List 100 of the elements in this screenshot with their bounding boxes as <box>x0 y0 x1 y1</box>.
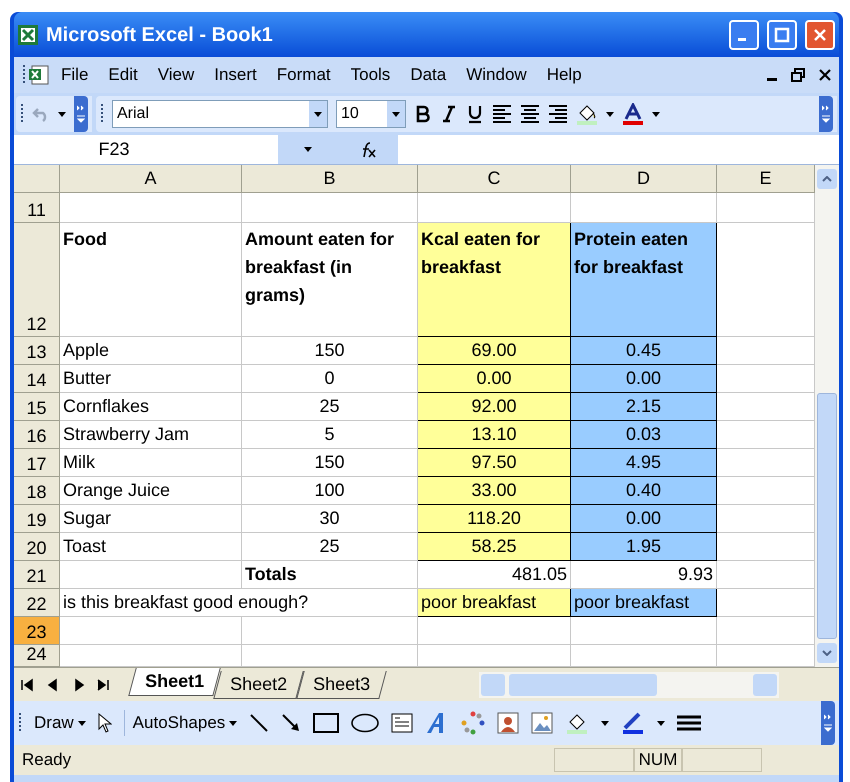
table-cell: 0 <box>242 365 418 393</box>
autoshapes-menu-button[interactable]: AutoShapes <box>124 710 238 736</box>
column-header[interactable]: A <box>60 165 242 193</box>
row-header[interactable]: 23 <box>14 617 60 645</box>
table-cell: Cornflakes <box>60 393 242 421</box>
row-header[interactable]: 19 <box>14 505 60 533</box>
clip-art-icon[interactable] <box>497 712 520 734</box>
toolbar-options-button[interactable] <box>821 701 835 745</box>
bold-icon[interactable] <box>414 105 432 123</box>
menu-item[interactable]: Window <box>457 62 536 88</box>
table-cell: Toast <box>60 533 242 561</box>
row-header[interactable]: 18 <box>14 477 60 505</box>
row-header[interactable]: 15 <box>14 393 60 421</box>
scroll-thumb[interactable] <box>509 674 658 696</box>
minimize-button[interactable] <box>729 20 759 50</box>
menu-item[interactable]: Data <box>401 62 456 88</box>
table-cell: 150 <box>242 449 418 477</box>
row-header[interactable]: 20 <box>14 533 60 561</box>
oval-icon[interactable] <box>351 713 380 733</box>
line-icon[interactable] <box>249 713 270 733</box>
toolbar-options-button[interactable] <box>819 96 833 132</box>
fill-color-icon[interactable] <box>576 103 598 125</box>
maximize-button[interactable] <box>767 20 797 50</box>
row-header[interactable]: 14 <box>14 365 60 393</box>
num-lock-indicator: NUM <box>634 748 682 772</box>
close-icon[interactable] <box>819 69 831 81</box>
rectangle-icon[interactable] <box>313 713 340 733</box>
caret-icon <box>314 112 322 116</box>
font-size-dropdown[interactable]: 10 <box>336 100 406 128</box>
horizontal-scrollbar[interactable] <box>479 672 780 698</box>
align-right-icon[interactable] <box>548 105 568 123</box>
pointer-icon[interactable] <box>98 713 112 733</box>
menu-item[interactable]: Tools <box>342 62 400 88</box>
diagram-icon[interactable] <box>461 711 486 735</box>
row-header[interactable]: 22 <box>14 589 60 617</box>
menu-item[interactable]: Help <box>538 62 591 88</box>
column-header[interactable]: E <box>717 165 815 193</box>
table-cell: 30 <box>242 505 418 533</box>
font-dropdown[interactable]: Arial <box>112 100 328 128</box>
underline-icon[interactable] <box>466 104 484 124</box>
table-cell: Protein eaten for breakfast <box>571 223 717 337</box>
sheet-tab[interactable]: Sheet2 <box>213 670 304 698</box>
sheet-tab[interactable]: Sheet1 <box>128 668 221 696</box>
table-cell: 92.00 <box>418 393 571 421</box>
scroll-up-button[interactable] <box>817 169 837 189</box>
column-header[interactable]: C <box>418 165 571 193</box>
column-header[interactable]: B <box>242 165 418 193</box>
italic-icon[interactable] <box>440 105 458 123</box>
minimize-icon[interactable] <box>767 78 777 80</box>
row-header[interactable]: 12 <box>14 223 60 337</box>
table-cell: 118.20 <box>418 505 571 533</box>
table-cell: Food <box>60 223 242 337</box>
row-header[interactable]: 16 <box>14 421 60 449</box>
image-icon[interactable] <box>531 712 554 734</box>
window-title: Microsoft Excel - Book1 <box>46 22 274 48</box>
line-color-icon[interactable] <box>621 712 646 734</box>
grip-icon <box>18 712 22 734</box>
menu-item[interactable]: File <box>52 62 98 88</box>
menu-item[interactable]: Format <box>268 62 340 88</box>
fill-caret-icon <box>601 720 610 726</box>
menu-item[interactable]: View <box>148 62 204 88</box>
row-header[interactable]: 11 <box>14 193 60 223</box>
caret-icon <box>78 720 86 726</box>
table-cell: Milk <box>60 449 242 477</box>
row-header[interactable]: 17 <box>14 449 60 477</box>
line-style-icon[interactable] <box>677 715 702 731</box>
fill-color-icon[interactable] <box>565 712 590 734</box>
vertical-scrollbar[interactable] <box>815 165 839 667</box>
table-cell: 0.40 <box>571 477 717 505</box>
row-header[interactable]: 24 <box>14 645 60 667</box>
align-left-icon[interactable] <box>492 105 512 123</box>
line-color-caret-icon <box>657 720 666 726</box>
arrow-icon[interactable] <box>281 713 302 733</box>
column-header[interactable]: D <box>571 165 717 193</box>
font-color-icon[interactable] <box>622 103 644 125</box>
toolbar-options-button[interactable] <box>74 96 88 132</box>
table-cell: 0.00 <box>571 365 717 393</box>
menu-item[interactable]: Insert <box>205 62 266 88</box>
table-cell: poor breakfast <box>418 589 571 617</box>
scroll-down-button[interactable] <box>817 643 837 663</box>
fill-caret-icon <box>606 112 614 116</box>
font-color-caret-icon <box>652 112 660 116</box>
grip-icon <box>20 103 24 125</box>
table-cell: 13.10 <box>418 421 571 449</box>
table-cell: 33.00 <box>418 477 571 505</box>
minimize-icon <box>738 38 746 41</box>
draw-menu-button[interactable]: Draw <box>34 710 86 736</box>
row-header[interactable]: 21 <box>14 561 60 589</box>
table-cell: Kcal eaten for breakfast <box>418 223 571 337</box>
text-box-icon[interactable] <box>391 713 414 733</box>
row-header[interactable]: 13 <box>14 337 60 365</box>
table-cell: 25 <box>242 393 418 421</box>
close-button[interactable] <box>805 20 835 50</box>
workbook-icon <box>28 65 50 85</box>
restore-icon[interactable] <box>791 68 805 82</box>
status-text: Ready <box>21 749 72 772</box>
sheet-tab[interactable]: Sheet3 <box>296 670 387 698</box>
align-center-icon[interactable] <box>520 105 540 123</box>
scroll-thumb[interactable] <box>817 393 837 639</box>
menu-item[interactable]: Edit <box>99 62 147 88</box>
